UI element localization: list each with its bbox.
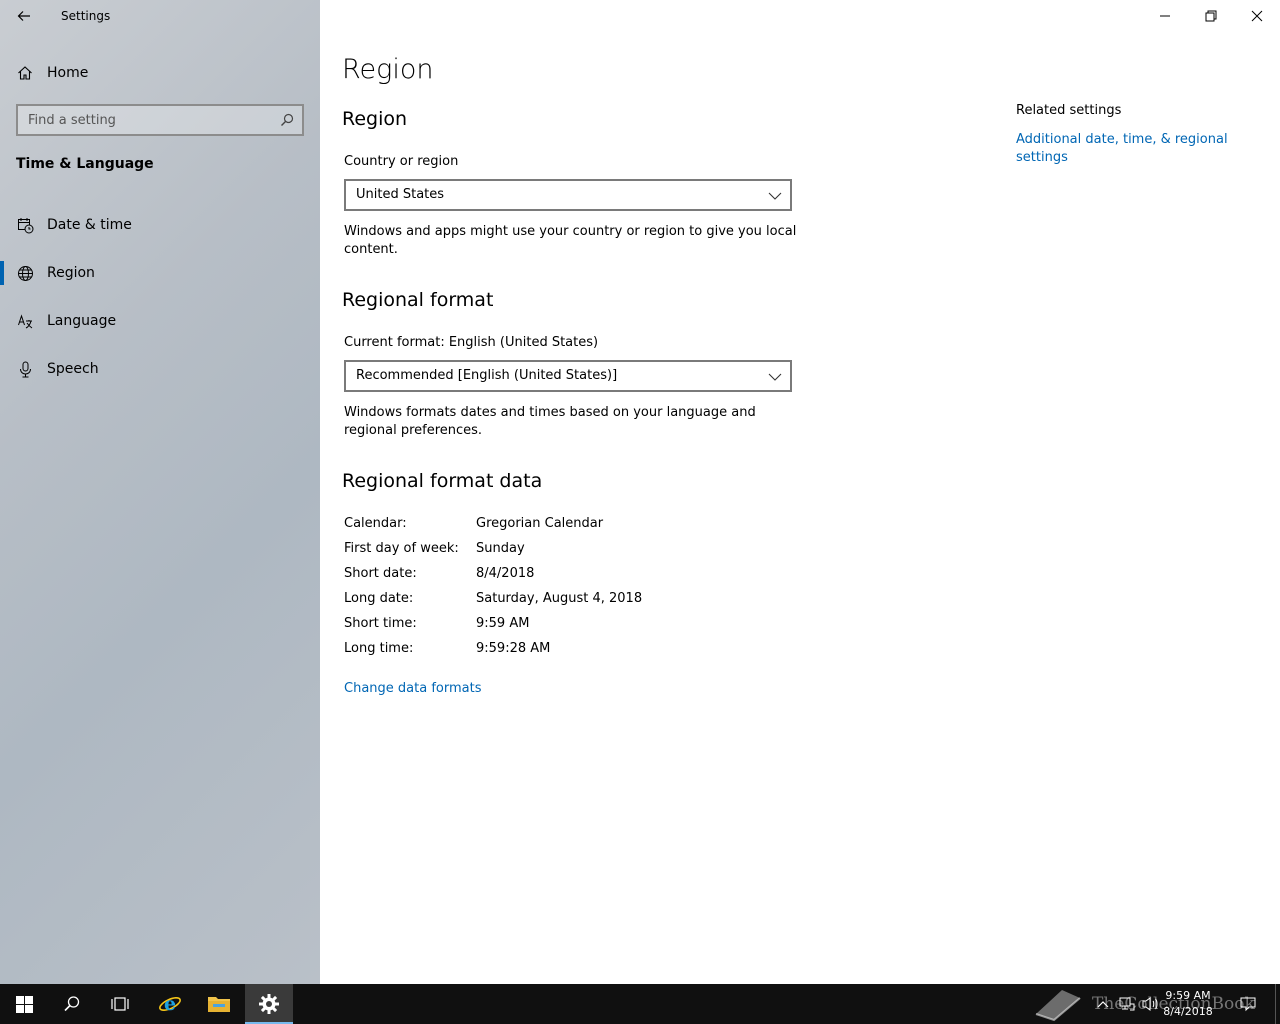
notification-icon	[1240, 997, 1256, 1012]
language-icon	[16, 312, 34, 330]
window-controls	[1142, 0, 1280, 32]
search-icon	[64, 996, 80, 1012]
back-arrow-icon	[17, 11, 30, 21]
taskbar: e TheCollectionBook 9:59 AM 8/4/2018	[0, 984, 1280, 1024]
close-button[interactable]	[1234, 0, 1280, 32]
region-heading: Region	[342, 108, 408, 130]
regional-format-heading: Regional format	[342, 289, 494, 311]
folder-icon	[208, 997, 230, 1012]
change-data-formats-link[interactable]: Change data formats	[344, 681, 481, 696]
navigation-pane: Settings Home Time & Language Date & tim…	[0, 0, 320, 984]
format-description: Windows formats dates and times based on…	[344, 405, 756, 438]
sidebar-item-label: Date & time	[47, 217, 132, 233]
format-value: 9:59:28 AM	[476, 641, 551, 656]
format-value: Gregorian Calendar	[476, 516, 604, 531]
sidebar-section-heading: Time & Language	[16, 156, 154, 172]
internet-explorer-icon: e	[159, 993, 181, 1015]
country-value: United States	[356, 187, 445, 202]
action-center-button[interactable]	[1236, 984, 1260, 1024]
format-value: Sunday	[476, 541, 525, 556]
additional-regional-settings-link[interactable]: Additional date, time, & regional settin…	[1016, 131, 1246, 167]
chevron-down-icon	[768, 192, 782, 200]
search-input[interactable]	[18, 106, 302, 134]
format-key: Short time:	[344, 616, 417, 631]
current-format-label: Current format: English (United States)	[344, 335, 599, 350]
restore-icon	[1205, 10, 1217, 22]
clock-time: 9:59 AM	[1165, 989, 1211, 1002]
microphone-icon	[16, 360, 34, 378]
taskbar-internet-explorer[interactable]: e	[146, 984, 194, 1024]
svg-text:e: e	[164, 993, 176, 1015]
minimize-icon	[1160, 15, 1170, 17]
taskbar-clock[interactable]: 9:59 AM 8/4/2018	[1158, 988, 1218, 1020]
sidebar-item-region[interactable]: Region	[0, 253, 320, 293]
sidebar-item-language[interactable]: Language	[0, 301, 320, 341]
task-view-icon	[111, 997, 129, 1011]
country-dropdown[interactable]: United States	[344, 179, 792, 211]
windows-logo-icon	[15, 995, 33, 1013]
gear-icon	[259, 994, 279, 1014]
region-description: Windows and apps might use your country …	[344, 224, 797, 257]
regional-format-dropdown[interactable]: Recommended [English (United States)]	[344, 360, 792, 392]
nav-home[interactable]: Home	[0, 53, 320, 93]
format-key: Short date:	[344, 566, 417, 581]
format-key: First day of week:	[344, 541, 459, 556]
format-value: 8/4/2018	[476, 566, 535, 581]
country-label: Country or region	[344, 154, 459, 169]
format-value: Saturday, August 4, 2018	[476, 591, 643, 606]
close-icon	[1251, 10, 1263, 22]
clock-date: 8/4/2018	[1163, 1005, 1213, 1018]
globe-icon	[16, 264, 34, 282]
sidebar-item-date-time[interactable]: Date & time	[0, 205, 320, 245]
title-bar: Settings	[0, 0, 320, 32]
home-icon	[16, 64, 34, 82]
format-key: Calendar:	[344, 516, 407, 531]
show-desktop-button[interactable]	[1275, 984, 1280, 1024]
taskbar-settings[interactable]	[245, 984, 293, 1024]
sidebar-item-speech[interactable]: Speech	[0, 349, 320, 389]
sidebar-item-label: Language	[47, 313, 117, 329]
format-data-heading: Regional format data	[342, 470, 543, 492]
sidebar-item-label: Region	[47, 265, 95, 281]
book-icon	[1035, 990, 1081, 1022]
page-title: Region	[342, 54, 434, 85]
calendar-clock-icon	[16, 216, 34, 234]
chevron-down-icon	[768, 373, 782, 381]
chevron-up-icon	[1097, 1001, 1109, 1008]
back-button[interactable]	[8, 0, 40, 32]
main-content: Region Region Country or region United S…	[320, 0, 1280, 984]
search-icon[interactable]	[280, 113, 294, 127]
network-tray-button[interactable]	[1116, 984, 1138, 1024]
taskbar-search-button[interactable]	[48, 984, 96, 1024]
format-key: Long time:	[344, 641, 414, 656]
format-value: Recommended [English (United States)]	[356, 368, 618, 383]
minimize-button[interactable]	[1142, 0, 1188, 32]
taskbar-file-explorer[interactable]	[195, 984, 243, 1024]
sidebar-item-label: Speech	[47, 361, 99, 377]
search-setting-box[interactable]	[16, 104, 304, 136]
app-title: Settings	[61, 9, 111, 23]
start-button[interactable]	[0, 984, 48, 1024]
nav-home-label: Home	[47, 65, 89, 81]
network-icon	[1119, 997, 1135, 1011]
related-settings-title: Related settings	[1016, 103, 1122, 118]
format-value: 9:59 AM	[476, 616, 530, 631]
selection-indicator	[0, 261, 4, 285]
task-view-button[interactable]	[96, 984, 144, 1024]
restore-button[interactable]	[1188, 0, 1234, 32]
format-key: Long date:	[344, 591, 414, 606]
show-hidden-icons-button[interactable]	[1092, 984, 1114, 1024]
